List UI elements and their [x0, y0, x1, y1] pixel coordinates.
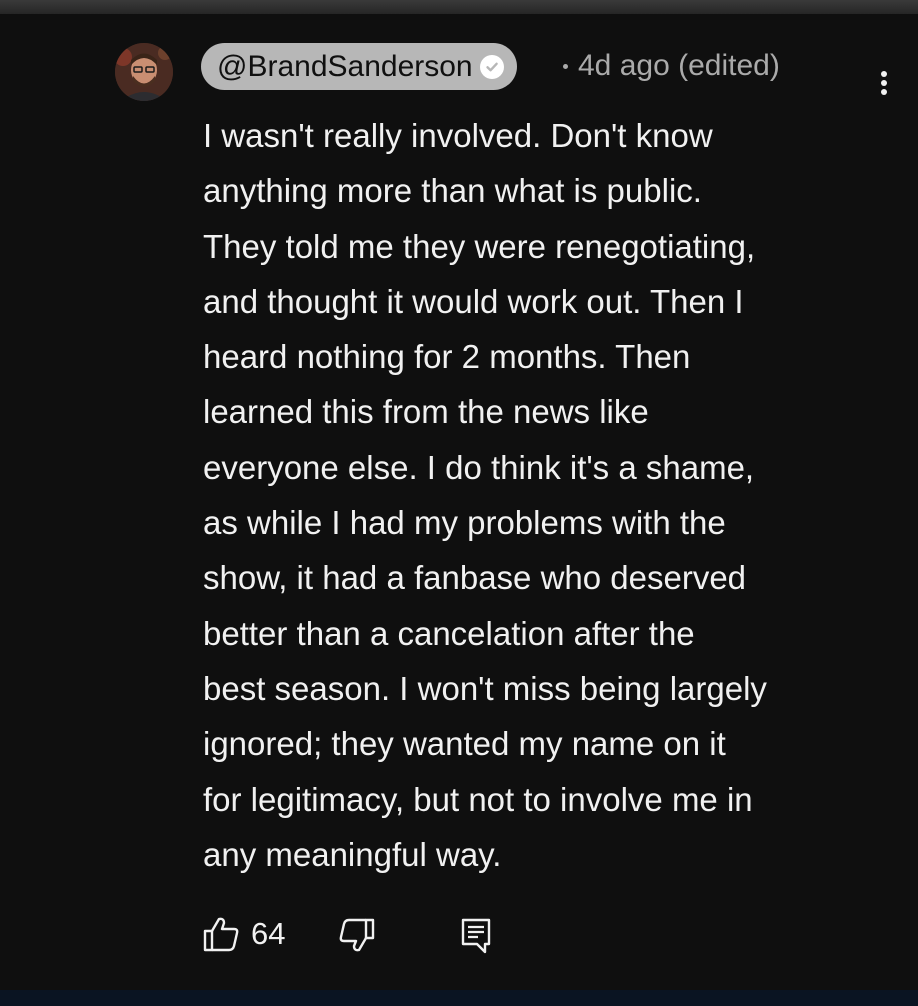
- like-count: 64: [251, 916, 286, 951]
- bottom-edge-bar: [0, 990, 918, 1006]
- separator-dot: [563, 63, 568, 69]
- verified-check-icon: [479, 54, 504, 79]
- comment-text-line: any meaningful way.: [203, 835, 502, 873]
- comment-text-line: show, it had a fanbase who deserved: [203, 559, 747, 597]
- thumb-down-icon[interactable]: [337, 916, 377, 956]
- avatar[interactable]: [115, 43, 173, 101]
- comment-text-line: best season. I won't miss being largely: [203, 669, 767, 707]
- comment-text-line: They told me they were renegotiating,: [203, 227, 756, 265]
- comment-text-line: everyone else. I do think it's a shame,: [203, 448, 755, 486]
- comment-card: @BrandSanderson 4d ago (edited) I wasn't…: [0, 14, 918, 990]
- comment-text-line: better than a cancelation after the: [203, 614, 695, 652]
- comment-text-line: learned this from the news like: [203, 393, 649, 431]
- comment-text-line: as while I had my problems with the: [203, 504, 726, 542]
- comment-text-line: and thought it would work out. Then I: [203, 282, 744, 320]
- comment-text-line: anything more than what is public.: [203, 172, 702, 210]
- comment-text-line: ignored; they wanted my name on it: [203, 725, 726, 763]
- more-vertical-icon[interactable]: [872, 61, 896, 105]
- comment-meta: 4d ago (edited): [563, 49, 780, 83]
- author-name[interactable]: @BrandSanderson: [217, 50, 473, 84]
- author-chip[interactable]: @BrandSanderson: [201, 43, 517, 90]
- thumb-up-icon[interactable]: [201, 914, 241, 954]
- top-edge-bar: [0, 0, 918, 14]
- comment-text-line: I wasn't really involved. Don't know: [203, 117, 713, 154]
- comment-text: I wasn't really involved. Don't know any…: [203, 108, 893, 882]
- comment-timestamp[interactable]: 4d ago (edited): [578, 49, 780, 83]
- reply-comment-icon[interactable]: [457, 916, 497, 956]
- comment-text-line: heard nothing for 2 months. Then: [203, 338, 691, 376]
- comment-actions: 64: [201, 910, 521, 960]
- avatar-photo-icon: [115, 43, 173, 101]
- comment-text-line: for legitimacy, but not to involve me in: [203, 780, 753, 818]
